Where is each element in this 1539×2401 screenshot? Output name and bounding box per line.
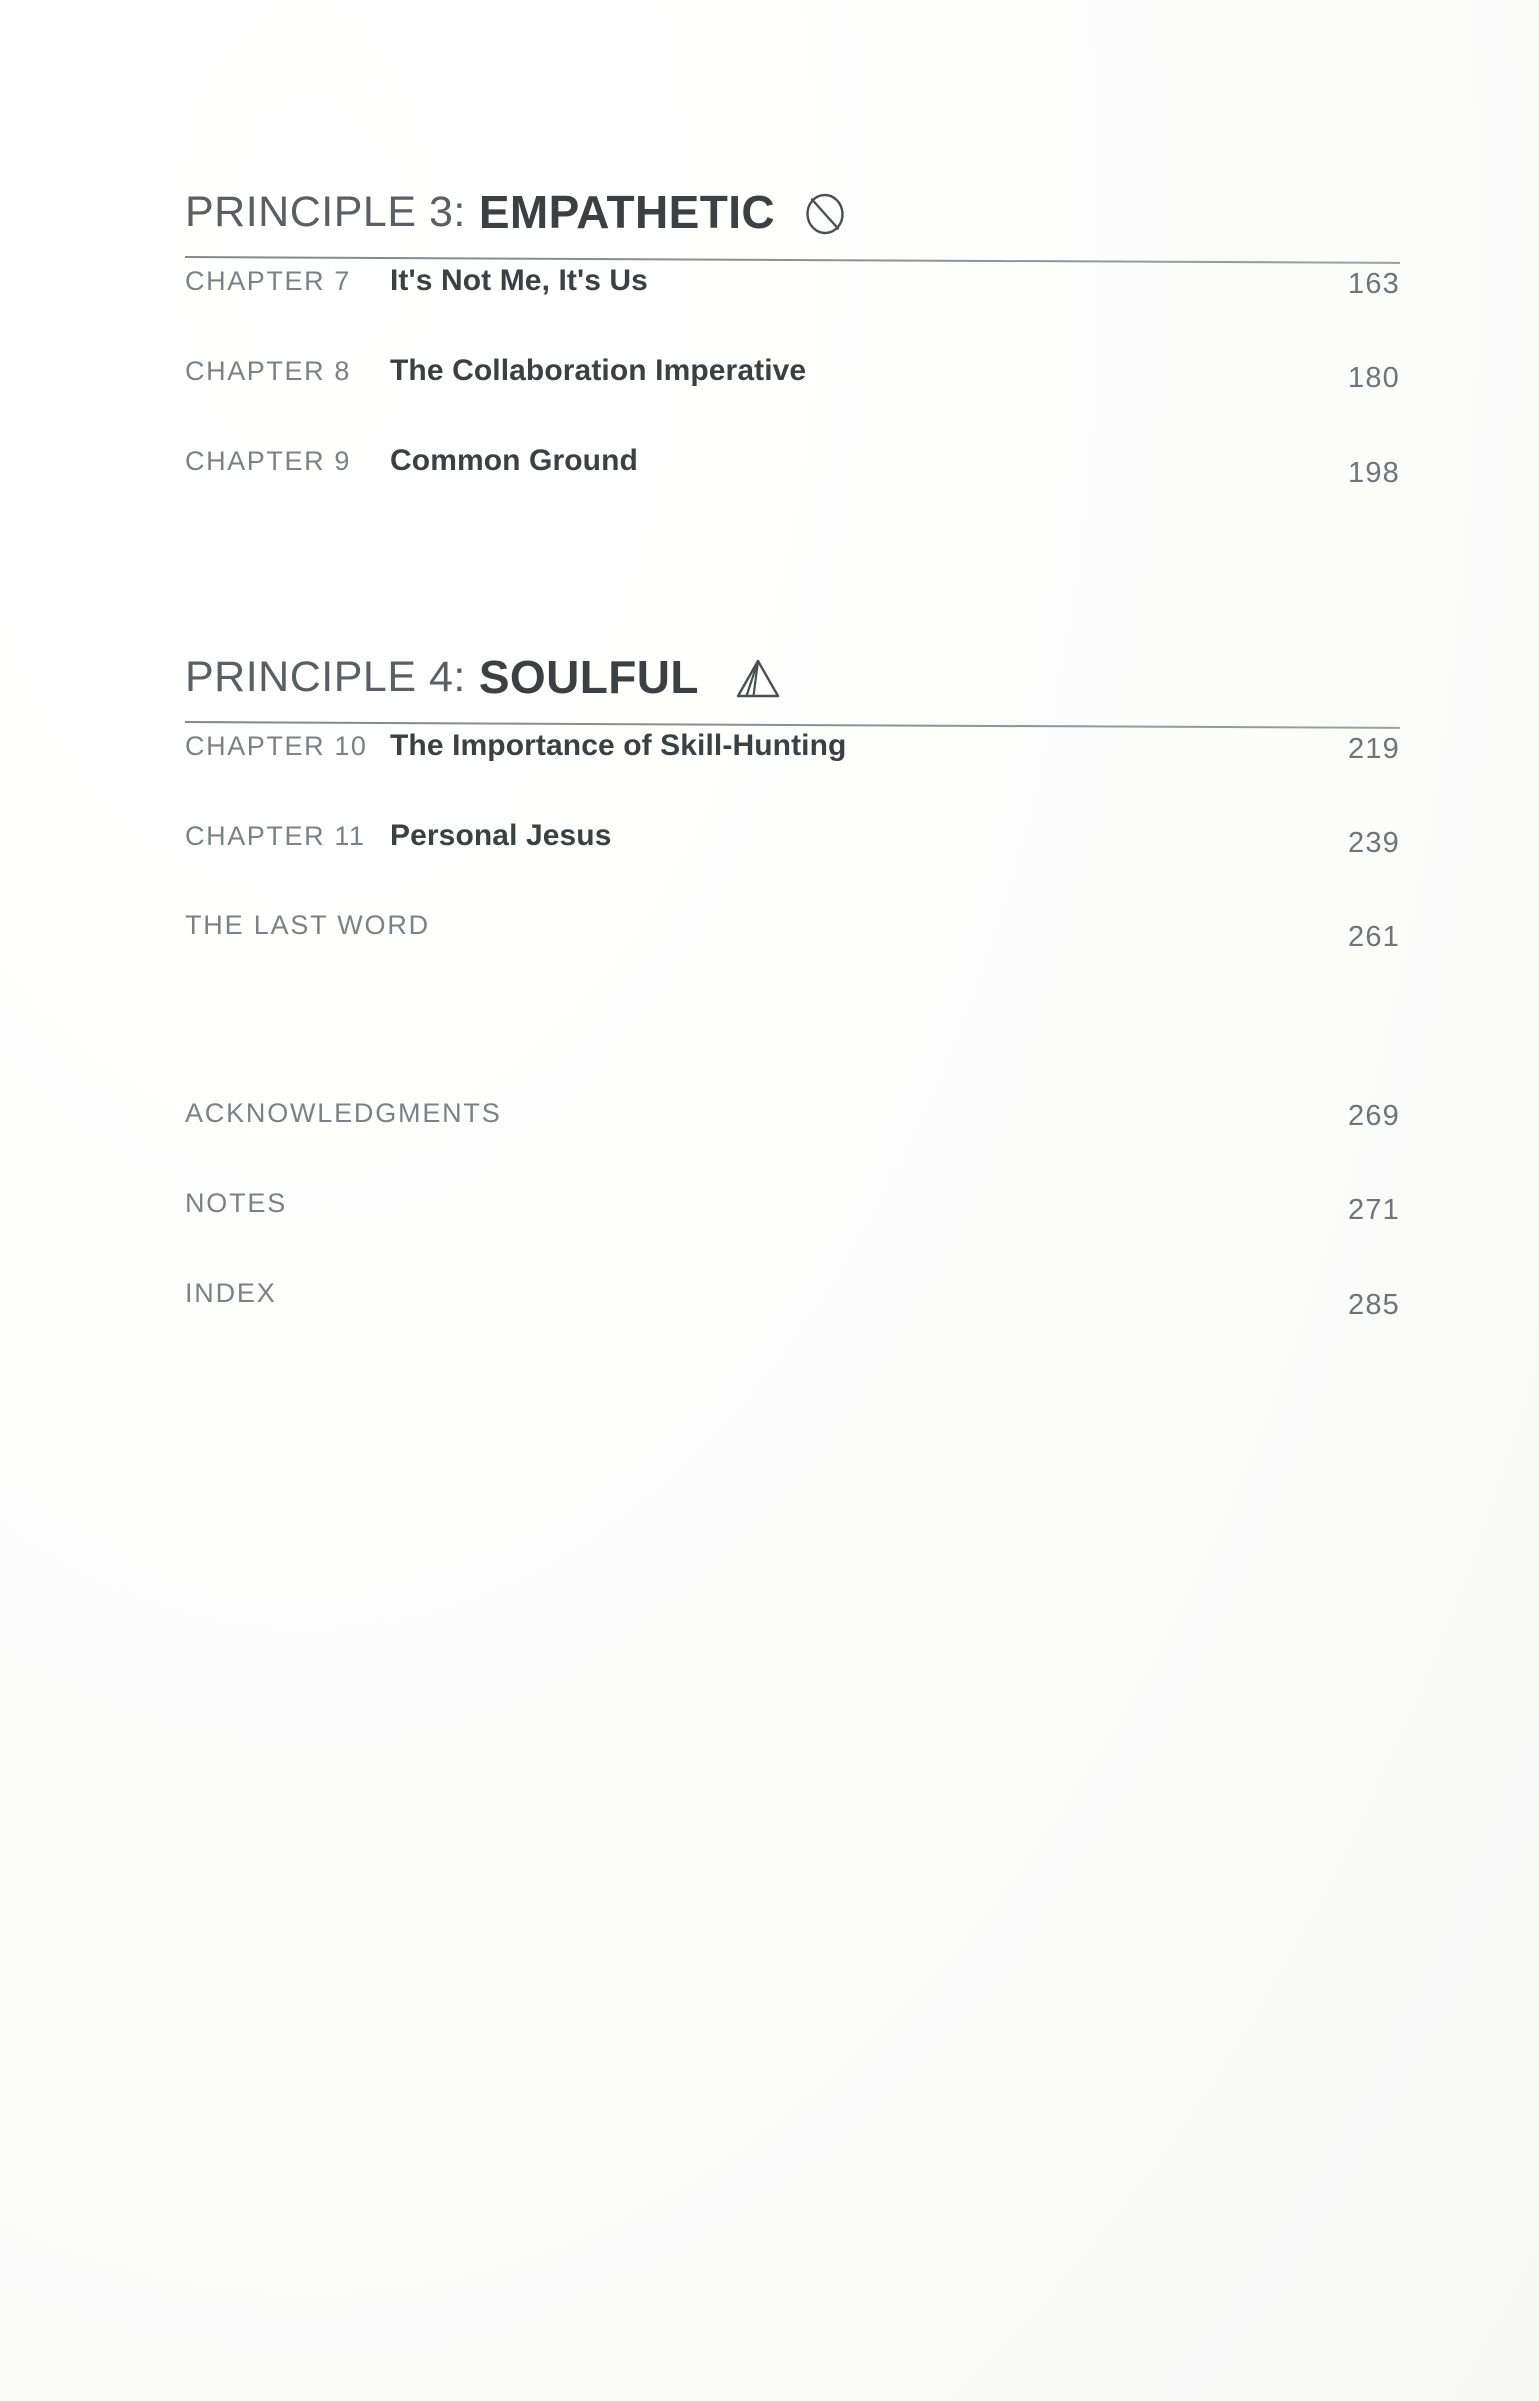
principle-label: PRINCIPLE 4: [185, 652, 466, 701]
chapter-title: Personal Jesus [390, 819, 612, 852]
chapter-label: CHAPTER 11 [185, 821, 366, 851]
circle-slash-icon [801, 189, 849, 239]
page-number: 261 [1348, 921, 1400, 953]
back-matter-list: ACKNOWLEDGMENTS 269 NOTES 271 INDEX 285 [185, 1097, 1400, 1367]
principle-heading-3: PRINCIPLE 3: EMPATHETIC [185, 185, 1400, 239]
table-row[interactable]: CHAPTER 7 It's Not Me, It's Us 163 [185, 264, 1400, 354]
principle-section-3: PRINCIPLE 3: EMPATHETIC CHAPTER 7 It's N… [184, 185, 1400, 534]
triangle-mountain-icon [733, 656, 783, 702]
table-row[interactable]: CHAPTER 9 Common Ground 198 [185, 444, 1400, 534]
list-item[interactable]: ACKNOWLEDGMENTS 269 [185, 1097, 1400, 1187]
principle-section-4: PRINCIPLE 4: SOULFUL CHAPTER 10 The Impo… [184, 650, 1400, 999]
chapter-title: The Importance of Skill-Hunting [390, 729, 847, 762]
chapter-list-4: CHAPTER 10 The Importance of Skill-Hunti… [185, 729, 1400, 999]
principle-name: EMPATHETIC [478, 186, 775, 238]
page-number: 271 [1348, 1194, 1400, 1226]
page-number: 269 [1348, 1100, 1400, 1132]
backmatter-spacer [185, 999, 1400, 1091]
chapter-label: CHAPTER 10 [185, 731, 368, 761]
principle-heading-4: PRINCIPLE 4: SOULFUL [185, 650, 1400, 704]
chapter-label: CHAPTER 7 [185, 266, 351, 296]
list-item[interactable]: NOTES 271 [185, 1187, 1400, 1277]
chapter-title: The Collaboration Imperative [390, 354, 807, 387]
toc-content: PRINCIPLE 3: EMPATHETIC CHAPTER 7 It's N… [184, 0, 1400, 1367]
section-divider [184, 721, 1400, 729]
principle-name: SOULFUL [478, 651, 699, 703]
section-divider [184, 256, 1400, 264]
page-number: 239 [1348, 827, 1400, 859]
table-row[interactable]: THE LAST WORD 261 [185, 909, 1400, 999]
page-number: 163 [1348, 268, 1400, 300]
list-item[interactable]: INDEX 285 [185, 1277, 1400, 1367]
back-matter-label: NOTES [185, 1188, 288, 1218]
chapter-label: CHAPTER 8 [185, 356, 351, 386]
chapter-list-3: CHAPTER 7 It's Not Me, It's Us 163 CHAPT… [185, 264, 1400, 534]
table-row[interactable]: CHAPTER 10 The Importance of Skill-Hunti… [185, 729, 1400, 819]
toc-page: PRINCIPLE 3: EMPATHETIC CHAPTER 7 It's N… [0, 0, 1539, 2401]
principle-label: PRINCIPLE 3: [185, 187, 466, 236]
table-row[interactable]: CHAPTER 11 Personal Jesus 239 [185, 819, 1400, 909]
page-number: 285 [1348, 1289, 1400, 1321]
chapter-title: Common Ground [390, 444, 638, 477]
back-matter-label: ACKNOWLEDGMENTS [185, 1098, 502, 1128]
page-number: 180 [1348, 362, 1400, 394]
table-row[interactable]: CHAPTER 8 The Collaboration Imperative 1… [185, 354, 1400, 444]
page-number: 219 [1348, 733, 1400, 765]
page-number: 198 [1348, 457, 1400, 489]
chapter-label: CHAPTER 9 [185, 446, 351, 476]
chapter-title: It's Not Me, It's Us [390, 264, 648, 297]
back-matter-label: INDEX [185, 1278, 277, 1308]
last-word-label: THE LAST WORD [185, 910, 430, 940]
